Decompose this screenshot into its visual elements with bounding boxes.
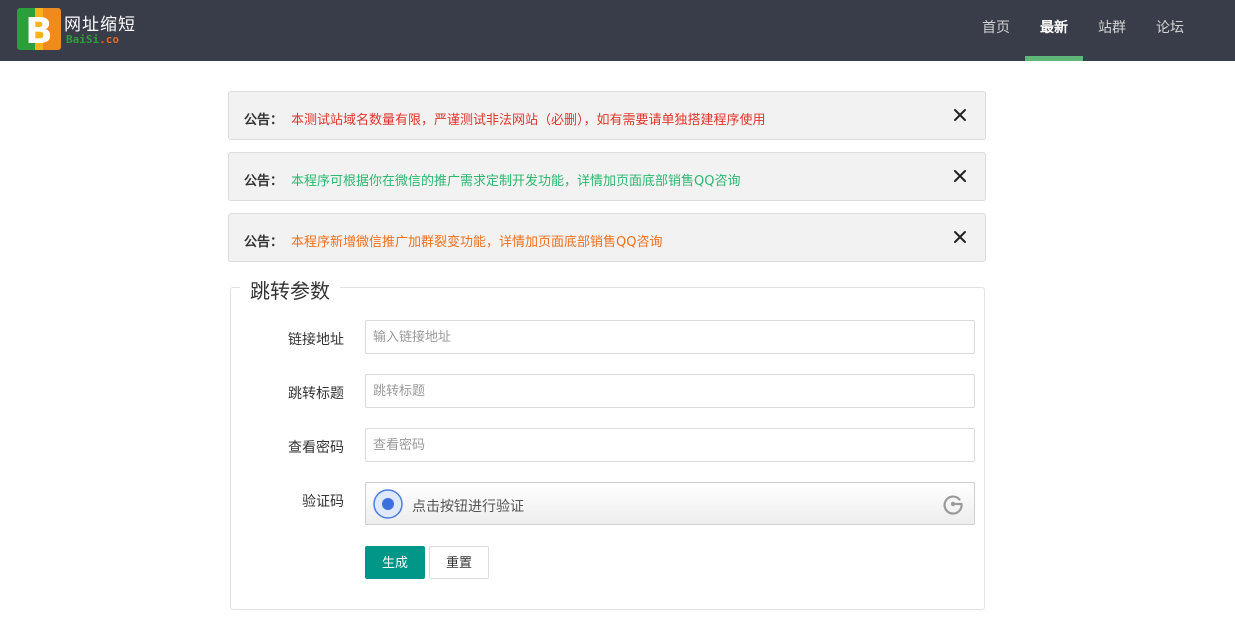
nav-site-group[interactable]: 站群 <box>1083 0 1141 61</box>
close-icon[interactable] <box>949 104 971 126</box>
title-input[interactable] <box>365 374 975 408</box>
link-input[interactable] <box>365 320 975 354</box>
notice-label: 公告： <box>244 113 284 128</box>
notice-text: 本测试站域名数量有限，严谨测试非法网站（必删），如有需要请单独搭建程序使用 <box>291 113 766 128</box>
reset-button[interactable]: 重置 <box>429 546 489 579</box>
site-subtitle: BaiSi.co <box>66 33 119 46</box>
notice-text: 本程序新增微信推广加群裂变功能，详情加页面底部销售QQ咨询 <box>291 235 663 250</box>
link-label: 链接地址 <box>288 332 344 348</box>
site-title: 网址缩短 <box>64 15 136 35</box>
notice-label: 公告： <box>244 235 284 250</box>
notice-text: 本程序可根据你在微信的推广需求定制开发功能，详情加页面底部销售QQ咨询 <box>291 174 741 189</box>
captcha-text: 点击按钮进行验证 <box>412 499 524 515</box>
captcha-dot-icon <box>373 489 403 519</box>
nav-home[interactable]: 首页 <box>967 0 1025 61</box>
captcha-brand-icon <box>943 495 963 515</box>
svg-text:B: B <box>25 11 52 50</box>
nav-forum[interactable]: 论坛 <box>1141 0 1199 61</box>
generate-button[interactable]: 生成 <box>365 546 425 579</box>
password-label: 查看密码 <box>288 440 344 456</box>
site-subtitle-main: BaiSi <box>66 33 100 46</box>
top-header: B 网址缩短 BaiSi.co 首页 最新 站群 论坛 <box>0 0 1235 61</box>
notice-banner: 公告： 本测试站域名数量有限，严谨测试非法网站（必删），如有需要请单独搭建程序使… <box>228 91 986 140</box>
logo-b-icon[interactable]: B <box>17 8 61 50</box>
captcha-label: 验证码 <box>302 494 344 510</box>
notice-label: 公告： <box>244 174 284 189</box>
captcha-widget[interactable]: 点击按钮进行验证 <box>365 482 975 525</box>
notice-banner: 公告： 本程序可根据你在微信的推广需求定制开发功能，详情加页面底部销售QQ咨询 <box>228 152 986 201</box>
close-icon[interactable] <box>949 165 971 187</box>
nav-latest[interactable]: 最新 <box>1025 0 1083 61</box>
notice-banner: 公告： 本程序新增微信推广加群裂变功能，详情加页面底部销售QQ咨询 <box>228 213 986 262</box>
panel-legend: 跳转参数 <box>240 275 340 304</box>
site-subtitle-tld: .co <box>99 33 119 46</box>
password-input[interactable] <box>365 428 975 462</box>
title-label: 跳转标题 <box>288 386 344 402</box>
main-nav: 首页 最新 站群 论坛 <box>967 0 1199 61</box>
close-icon[interactable] <box>949 226 971 248</box>
